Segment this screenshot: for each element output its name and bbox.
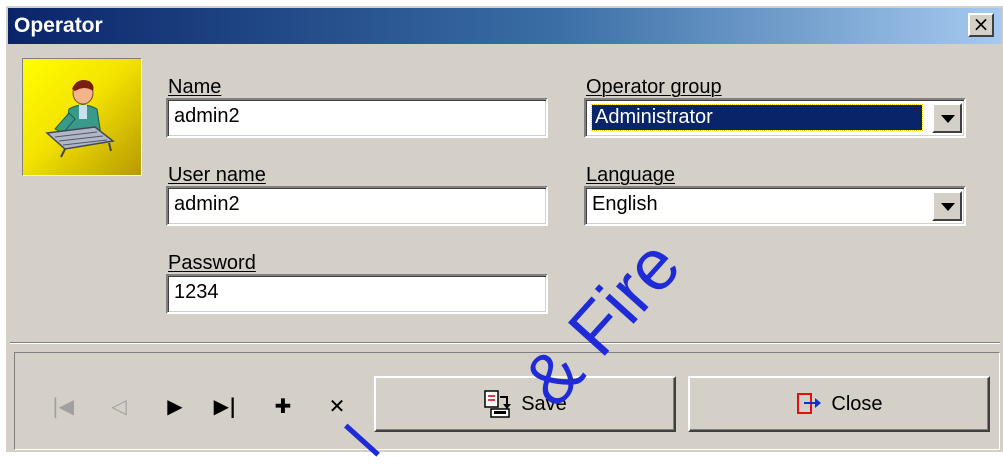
user-name-value: admin2 [174,193,240,215]
password-label: Password [168,252,256,274]
user-name-label: User name [168,164,266,186]
separator-line [10,342,1000,344]
last-record-icon[interactable]: ▶| [212,395,238,417]
language-value: English [592,193,658,215]
name-label: Name [168,76,222,98]
name-input[interactable]: admin2 [166,98,548,138]
operator-avatar [22,58,142,176]
password-input[interactable]: 1234 [166,274,548,314]
add-record-icon[interactable]: ✚ [270,395,296,417]
language-dropdown-button[interactable] [932,191,962,221]
title-bar: Operator × [8,8,1002,44]
delete-record-icon[interactable]: ✕ [324,395,350,417]
language-label: Language [586,164,675,186]
operator-group-select[interactable]: Administrator [584,98,966,138]
operator-group-value: Administrator [591,104,923,131]
next-record-icon[interactable]: ▶ [162,395,188,417]
close-button[interactable]: Close [688,376,990,432]
previous-record-icon[interactable]: ◁ [106,395,132,417]
close-button-label: Close [831,392,883,415]
save-icon [483,389,513,419]
operator-at-keyboard-icon [45,80,115,158]
save-button[interactable]: Save [374,376,676,432]
name-value: admin2 [174,105,240,127]
window-title: Operator [14,14,103,37]
user-name-input[interactable]: admin2 [166,186,548,226]
language-select[interactable]: English [584,186,966,226]
operator-group-label: Operator group [586,76,722,98]
password-value: 1234 [174,281,219,303]
operator-dialog: Operator × Name admin2 User name admin2 [5,5,1003,452]
save-button-label: Save [521,392,567,415]
close-window-button[interactable]: × [968,13,994,37]
operator-group-dropdown-button[interactable] [932,103,962,133]
exit-icon [795,391,823,417]
first-record-icon[interactable]: |◀ [50,395,76,417]
